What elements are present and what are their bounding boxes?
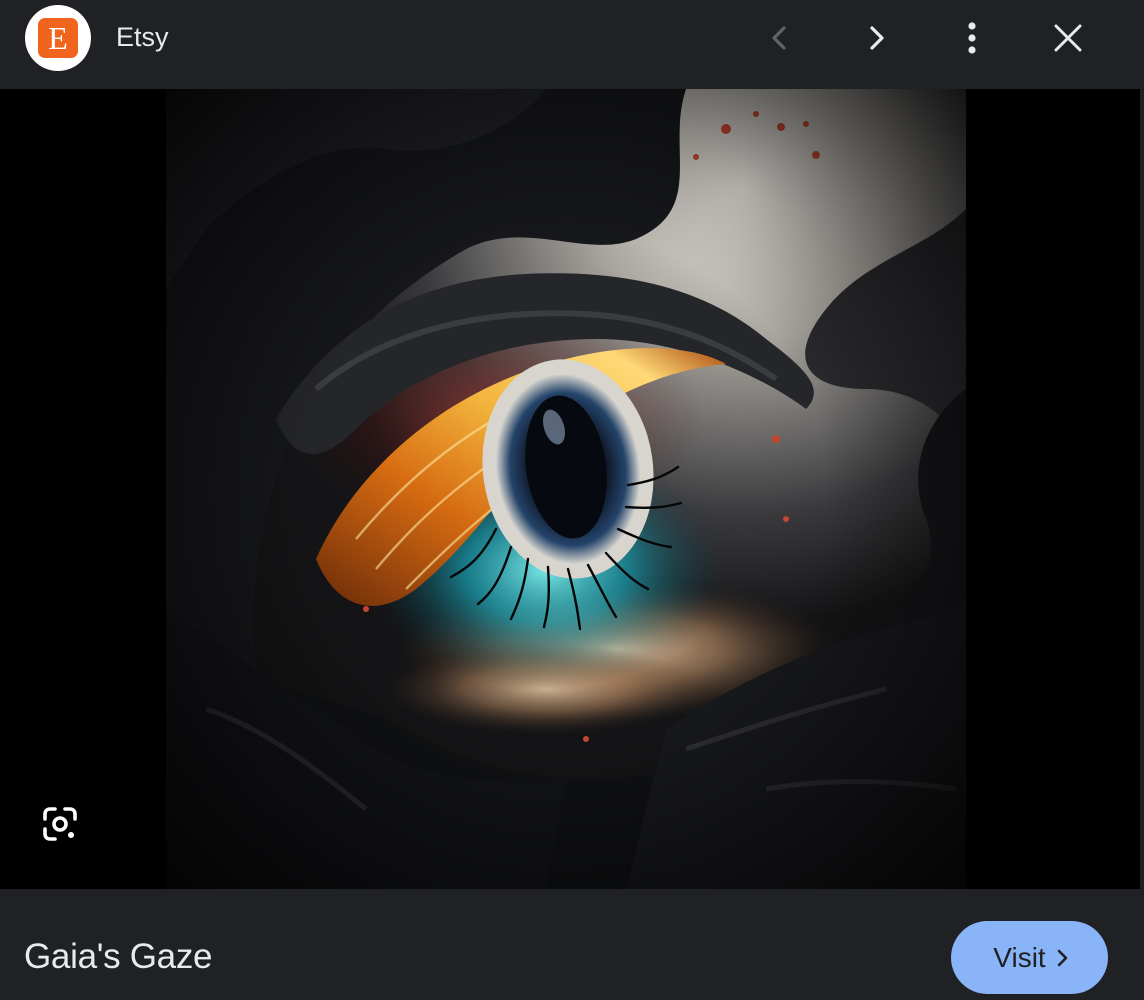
- more-vertical-icon: [968, 22, 976, 54]
- chevron-right-icon: [1056, 948, 1070, 968]
- visit-label: Visit: [993, 941, 1046, 973]
- stage-edge: [1140, 89, 1144, 889]
- image-info-bar: Gaia's Gaze Visit: [0, 889, 1144, 1000]
- preview-image[interactable]: [166, 89, 966, 889]
- previous-button[interactable]: [756, 14, 804, 62]
- viewer-header: E Etsy: [0, 0, 1144, 89]
- source-logo[interactable]: E: [25, 5, 91, 71]
- image-stage: [0, 89, 1140, 889]
- lens-icon: [43, 807, 77, 841]
- artwork-illustration: [166, 89, 966, 889]
- close-icon: [1054, 24, 1082, 52]
- image-viewer: E Etsy Gaia's Gaze Visit: [0, 0, 1144, 1000]
- chevron-left-icon: [772, 26, 786, 50]
- chevron-right-icon: [870, 26, 884, 50]
- etsy-logo-icon: E: [38, 18, 78, 58]
- source-name[interactable]: Etsy: [116, 20, 169, 54]
- close-button[interactable]: [1044, 14, 1092, 62]
- next-button[interactable]: [852, 14, 900, 62]
- google-lens-button[interactable]: [30, 794, 90, 854]
- visit-button[interactable]: Visit: [951, 921, 1108, 994]
- image-title[interactable]: Gaia's Gaze: [24, 937, 213, 977]
- more-options-button[interactable]: [948, 14, 996, 62]
